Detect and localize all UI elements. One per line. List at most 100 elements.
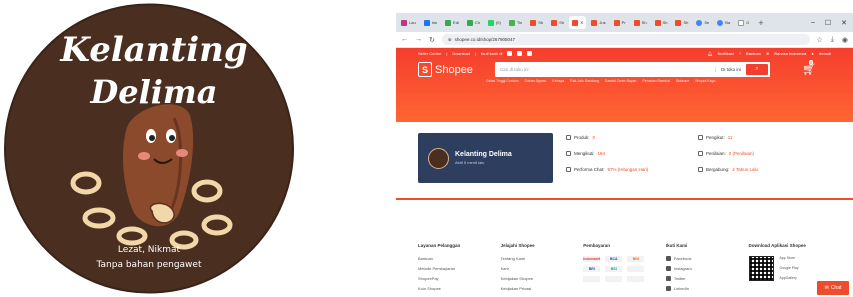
keyword-link[interactable]: Kebaya bbox=[552, 79, 564, 83]
reload-icon[interactable]: ↻ bbox=[429, 36, 435, 44]
app-gallery-badge[interactable]: AppGallery bbox=[780, 276, 799, 280]
app-store-badge[interactable]: App Store bbox=[780, 256, 799, 260]
keyword-link[interactable]: Skincare bbox=[676, 79, 690, 83]
footer-link[interactable]: Kebijakan Privasi bbox=[501, 286, 584, 291]
browser-tab[interactable]: Sh bbox=[631, 16, 650, 29]
followers-icon bbox=[698, 135, 703, 140]
footer-link[interactable]: Tentang Kami bbox=[501, 256, 584, 261]
tab-favicon-icon bbox=[487, 19, 494, 26]
profile-icon[interactable]: ◉ bbox=[842, 36, 848, 44]
section-divider bbox=[396, 198, 853, 200]
tab-favicon-icon bbox=[401, 19, 407, 26]
site-info-icon[interactable]: ⊜ bbox=[448, 37, 452, 43]
footer-link[interactable]: Koin Shopee bbox=[418, 286, 501, 291]
footer-link[interactable]: Metode Pembayaran bbox=[418, 266, 501, 271]
keyword-link[interactable]: Rak Jalu Sandang bbox=[570, 79, 599, 83]
social-link[interactable]: Facebook bbox=[674, 256, 692, 261]
shopee-bag-icon: S bbox=[418, 62, 432, 77]
keyword-link[interactable]: Sabun Jigsaw bbox=[525, 79, 547, 83]
footer-link[interactable]: Bantuan bbox=[418, 256, 501, 261]
close-button[interactable]: ✕ bbox=[841, 19, 847, 27]
instagram-icon bbox=[665, 266, 671, 271]
stat-label: Performa Chat: bbox=[574, 167, 605, 172]
linkedin-icon bbox=[665, 286, 671, 291]
browser-tab[interactable]: (0) bbox=[485, 16, 504, 29]
browser-tab[interactable]: Sh bbox=[652, 16, 671, 29]
username[interactable]: rhmadi bbox=[819, 51, 831, 56]
help-link[interactable]: Bantuan bbox=[746, 51, 761, 56]
stat-label: Pengikut: bbox=[706, 135, 725, 140]
seller-centre-link[interactable]: Seller Centre bbox=[418, 51, 441, 56]
footer-column-customer-service: Layanan Pelanggan Bantuan Metode Pembaya… bbox=[418, 243, 501, 291]
browser-tab[interactable]: Ins bbox=[421, 16, 440, 29]
chat-label: Chat bbox=[830, 285, 842, 291]
cart-button[interactable]: 🛒︎ 0 bbox=[802, 60, 816, 76]
language-selector[interactable]: Bahasa Indonesia bbox=[774, 51, 806, 56]
bookmark-star-icon[interactable]: ☆ bbox=[817, 36, 823, 44]
social-link[interactable]: Twitter bbox=[674, 276, 686, 281]
shopee-logo[interactable]: S Shopee bbox=[418, 62, 473, 77]
instagram-icon[interactable] bbox=[517, 51, 523, 56]
google-play-badge[interactable]: Google Play bbox=[780, 266, 799, 270]
line-icon[interactable] bbox=[527, 51, 533, 56]
browser-tab[interactable]: Sh bbox=[548, 16, 567, 29]
browser-tab[interactable]: Lau bbox=[398, 16, 419, 29]
tab-strip: Lau Ins Edi Ch (0) Tin Sh Sh ✕ Jus Pr Sh… bbox=[396, 13, 853, 32]
download-icon[interactable]: ⤓ bbox=[831, 36, 834, 44]
search-button[interactable]: ⌕ bbox=[745, 64, 768, 75]
user-avatar[interactable]: ● bbox=[811, 51, 813, 56]
maximize-button[interactable]: ☐ bbox=[825, 19, 831, 27]
stat-label: Bergabung: bbox=[706, 167, 730, 172]
browser-tab[interactable]: Pr bbox=[611, 16, 629, 29]
browser-tab[interactable]: Ba bbox=[714, 16, 733, 29]
browser-tab[interactable]: Jus bbox=[588, 16, 608, 29]
tab-favicon-icon bbox=[423, 19, 430, 26]
keyword-link[interactable]: Gelas Tinggi Custom bbox=[486, 79, 519, 83]
chat-button[interactable]: ✉ Chat bbox=[817, 281, 849, 295]
tab-close-icon[interactable]: ✕ bbox=[580, 20, 583, 25]
payment-logo bbox=[627, 276, 645, 282]
browser-tab[interactable]: Tin bbox=[506, 16, 525, 29]
bell-icon[interactable]: 🔔︎ bbox=[708, 51, 713, 56]
forward-icon[interactable]: → bbox=[415, 36, 422, 43]
social-link[interactable]: Instagram bbox=[674, 266, 692, 271]
facebook-icon[interactable] bbox=[507, 51, 513, 56]
browser-tab[interactable]: Edi bbox=[442, 16, 462, 29]
browser-tab[interactable]: Sh bbox=[527, 16, 546, 29]
download-link[interactable]: Download bbox=[452, 51, 470, 56]
tab-label: Se bbox=[704, 20, 710, 25]
help-icon[interactable]: ? bbox=[739, 51, 741, 56]
browser-tab[interactable]: Se bbox=[693, 16, 712, 29]
back-icon[interactable]: ← bbox=[401, 36, 408, 43]
notifications-link[interactable]: Notifikasi bbox=[718, 51, 734, 56]
minimize-button[interactable]: – bbox=[811, 19, 815, 27]
social-link[interactable]: LinkedIn bbox=[674, 286, 689, 291]
shop-avatar bbox=[428, 147, 449, 169]
browser-tab-active[interactable]: ✕ bbox=[569, 16, 587, 29]
globe-icon[interactable]: ⊕ bbox=[766, 51, 769, 56]
url-text: shopee.co.id/shop/267905047 bbox=[454, 37, 515, 42]
tab-favicon-icon bbox=[613, 19, 620, 26]
tab-label: Sh bbox=[538, 20, 544, 25]
logo-title-line1: Kelanting bbox=[59, 30, 247, 70]
browser-tab[interactable]: G bbox=[735, 16, 752, 29]
new-tab-button[interactable]: + bbox=[754, 18, 767, 28]
search-input[interactable]: Cari di toko ini bbox=[497, 67, 715, 72]
browser-tab[interactable]: Sh bbox=[672, 16, 691, 29]
keyword-link[interactable]: Minyak Kayu bbox=[695, 79, 715, 83]
shop-profile-card[interactable]: Kelanting Delima Aktif 5 menit lalu bbox=[418, 133, 553, 183]
address-bar[interactable]: ⊜ shopee.co.id/shop/267905047 bbox=[441, 34, 810, 45]
tab-label: Jus bbox=[599, 20, 606, 25]
search-scope-dropdown[interactable]: Di toko ini bbox=[715, 67, 746, 72]
shop-name: Kelanting Delima bbox=[455, 151, 512, 158]
shop-stats-left: Produk: 0 Mengikuti: 184 Performa Chat: 57%… bbox=[566, 135, 648, 172]
footer-link[interactable]: ShopeePay bbox=[418, 276, 501, 281]
browser-tab[interactable]: Ch bbox=[464, 16, 483, 29]
footer-link[interactable]: Karir bbox=[501, 266, 584, 271]
tab-label: Sh bbox=[683, 20, 689, 25]
keyword-link[interactable]: Penahan Rambut bbox=[643, 79, 670, 83]
keyword-link[interactable]: Sandal Cewe Bayan bbox=[605, 79, 637, 83]
footer-link[interactable]: Kebijakan Shopee bbox=[501, 276, 584, 281]
tab-favicon-icon bbox=[551, 19, 558, 26]
payment-logo bbox=[583, 276, 601, 282]
